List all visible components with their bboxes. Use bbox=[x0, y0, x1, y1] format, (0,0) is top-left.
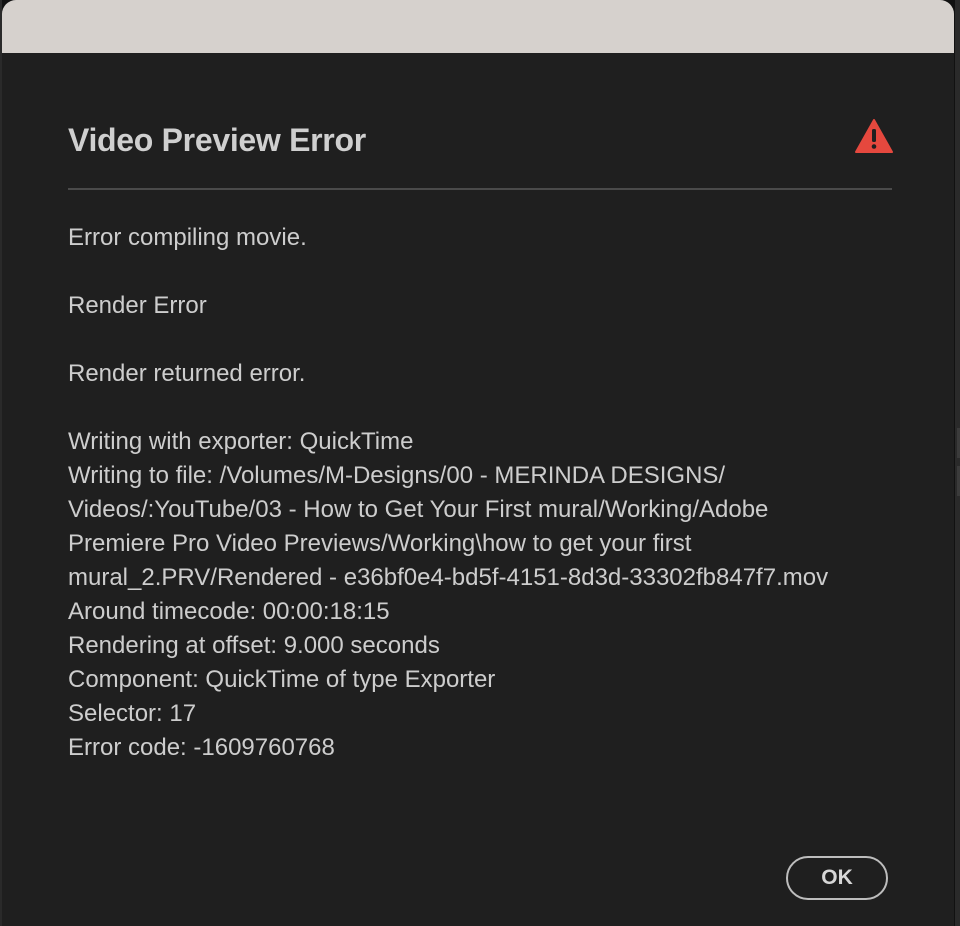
error-dialog-window: Video Preview Error Error compiling movi… bbox=[2, 0, 954, 926]
message-line: Error code: -1609760768 bbox=[68, 734, 335, 761]
title-divider bbox=[68, 188, 892, 190]
window-right-edge bbox=[955, 0, 960, 926]
error-message-body: Error compiling movie. Render Error Render… bbox=[68, 221, 898, 765]
message-line: Render returned error. bbox=[68, 360, 306, 387]
window-titlebar[interactable] bbox=[2, 0, 954, 53]
message-spacer bbox=[68, 255, 898, 289]
message-line: Premiere Pro Video Previews/Working\how … bbox=[68, 530, 692, 557]
dialog-title: Video Preview Error bbox=[68, 122, 366, 158]
message-line: Rendering at offset: 9.000 seconds bbox=[68, 632, 440, 659]
message-line: Component: QuickTime of type Exporter bbox=[68, 666, 496, 693]
message-line: Writing with exporter: QuickTime bbox=[68, 428, 414, 455]
message-line: Render Error bbox=[68, 292, 207, 319]
message-line: Selector: 17 bbox=[68, 700, 197, 727]
warning-icon bbox=[855, 119, 893, 153]
message-line: Videos/:YouTube/03 - How to Get Your Fir… bbox=[68, 496, 769, 523]
message-line: Error compiling movie. bbox=[68, 224, 307, 251]
ok-button[interactable]: OK bbox=[786, 856, 888, 900]
message-line: Writing to file: /Volumes/M-Designs/00 -… bbox=[68, 462, 726, 489]
message-spacer bbox=[68, 323, 898, 357]
message-line: mural_2.PRV/Rendered - e36bf0e4-bd5f-415… bbox=[68, 564, 829, 591]
message-spacer bbox=[68, 391, 898, 425]
message-line: Around timecode: 00:00:18:15 bbox=[68, 598, 390, 625]
